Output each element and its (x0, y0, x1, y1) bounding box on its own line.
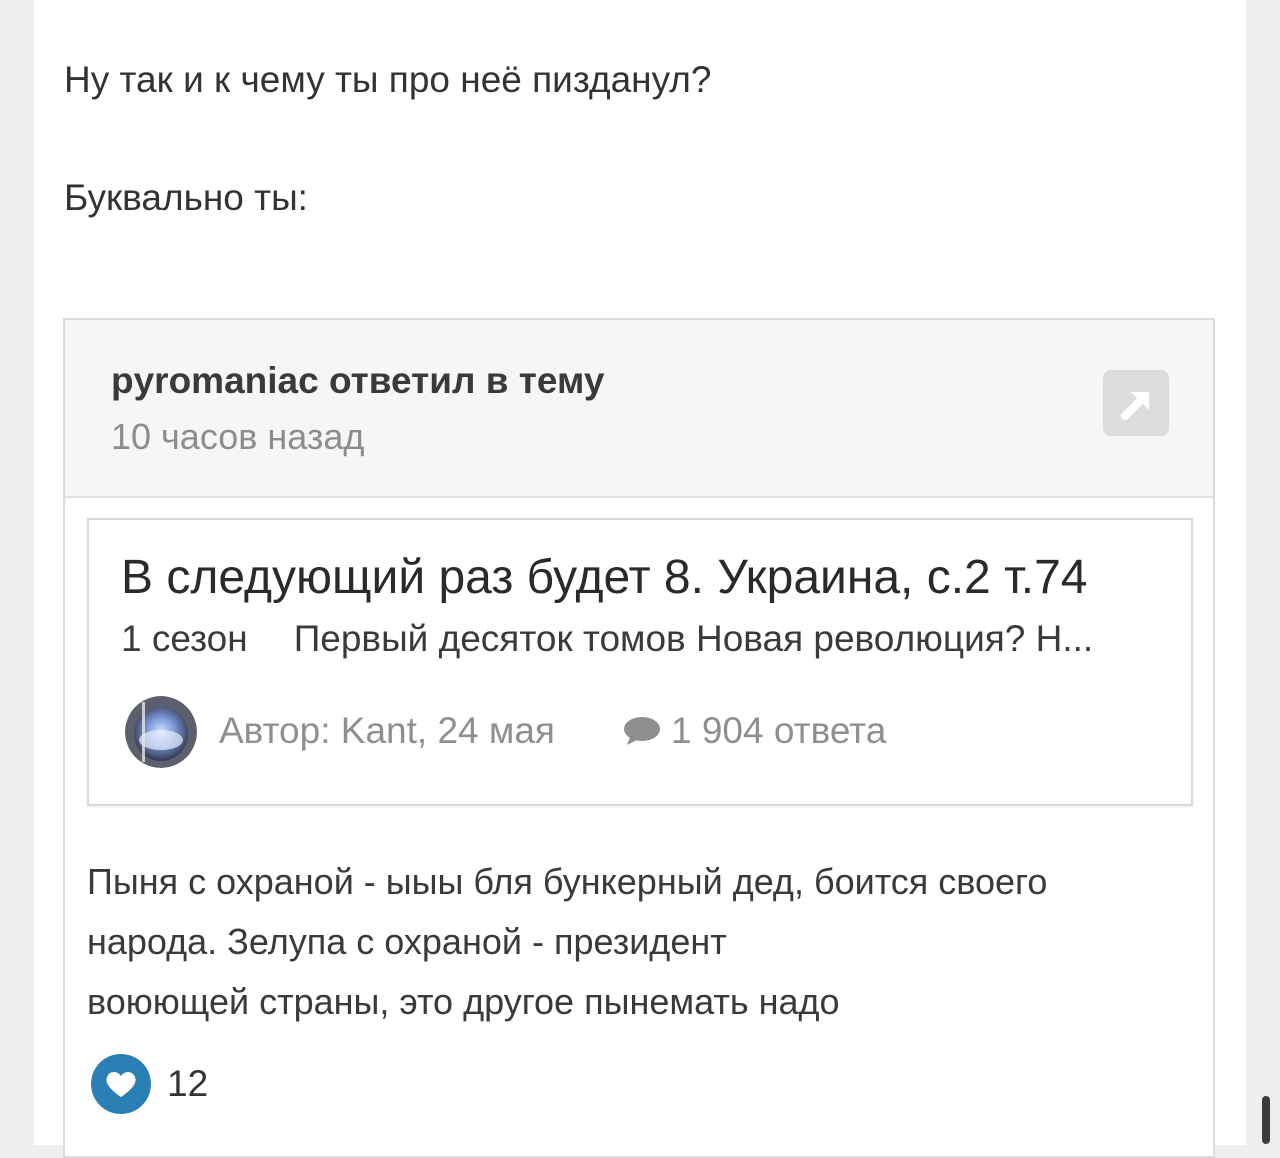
quoted-activity: pyromaniac ответил в тему 10 часов назад… (63, 318, 1215, 1158)
post-paragraph: Буквально ты: (64, 177, 308, 218)
speech-bubble-icon (624, 717, 660, 745)
topic-snippet: 1 сезон Первый десяток томов Новая револю… (121, 618, 1151, 660)
topic-snippet-text: Первый десяток томов Новая революция? Н.… (293, 618, 1094, 659)
avatar-image (125, 696, 197, 768)
avatar[interactable] (125, 696, 197, 768)
topic-author-date: Автор: Kant, 24 мая (219, 710, 555, 751)
quote-timestamp: 10 часов назад (111, 416, 365, 457)
topic-replies: 1 904 ответа (621, 710, 886, 752)
topic-title[interactable]: В следующий раз будет 8. Украина, с.2 т.… (121, 550, 1087, 605)
replies-count: 1 904 ответа (671, 710, 887, 751)
quoted-reply-text: Пыня с охраной - ыыы бля бункерный дед, … (87, 852, 1187, 1032)
post-container: Ну так и к чему ты про неё пизданул? Бук… (34, 0, 1246, 1158)
scrollbar-thumb[interactable] (1262, 1096, 1270, 1144)
heart-icon (106, 1071, 136, 1097)
reply-line: Пыня с охраной - ыыы бля бункерный дед, … (87, 861, 1048, 902)
quote-author-line[interactable]: pyromaniac ответил в тему (111, 360, 604, 402)
reply-line: народа. Зелупа с охраной - президент (87, 921, 727, 962)
topic-season: 1 сезон (121, 618, 248, 659)
jump-to-post-button[interactable] (1103, 370, 1169, 436)
like-count: 12 (167, 1063, 209, 1104)
arrow-up-right-icon (1121, 392, 1149, 420)
quote-header: pyromaniac ответил в тему 10 часов назад (65, 320, 1213, 498)
reply-line: воюющей страны, это другое пынемать надо (87, 981, 840, 1022)
post-paragraph: Ну так и к чему ты про неё пизданул? (64, 59, 712, 100)
topic-card[interactable]: В следующий раз будет 8. Украина, с.2 т.… (87, 518, 1193, 806)
reaction[interactable]: 12 (91, 1054, 208, 1114)
like-button[interactable] (91, 1054, 151, 1114)
